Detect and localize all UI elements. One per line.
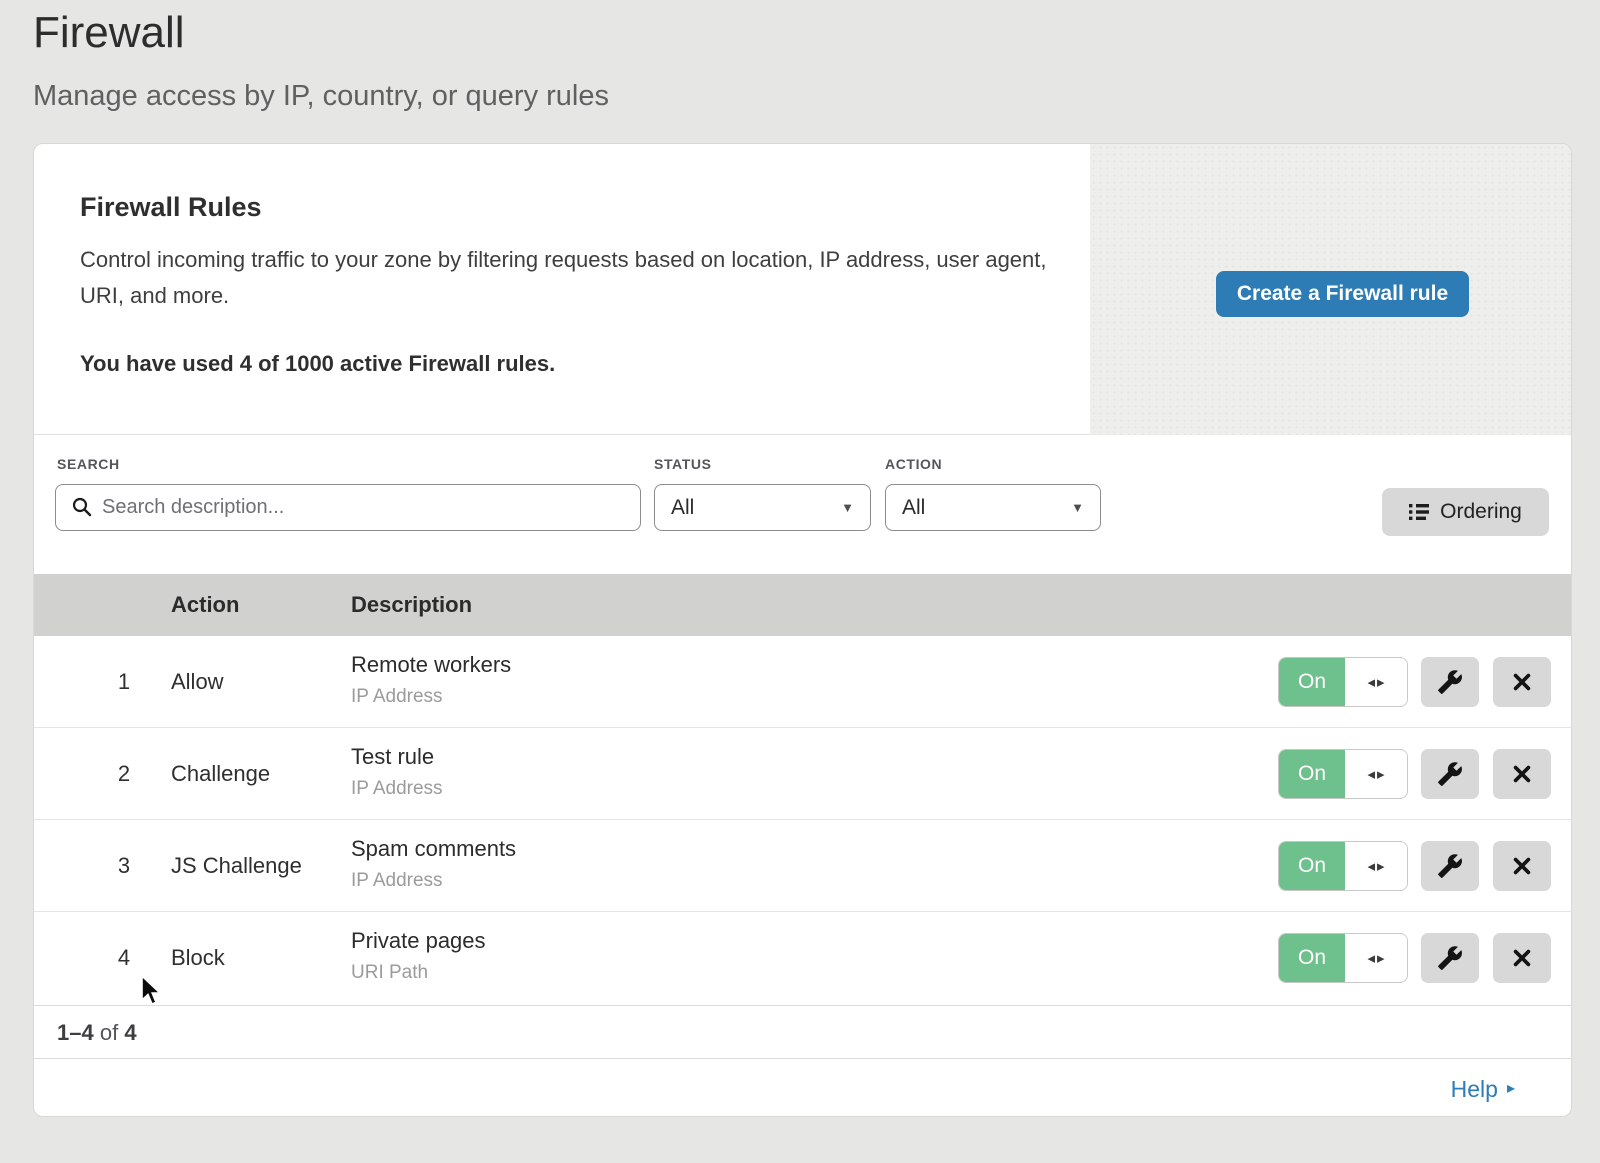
arrow-left-icon: ◂: [1367, 765, 1375, 783]
action-select-value: All: [902, 496, 925, 520]
search-input[interactable]: [55, 484, 641, 531]
status-select-value: All: [671, 496, 694, 520]
rule-match-type: IP Address: [351, 778, 443, 800]
rule-description: Test rule: [351, 744, 434, 770]
rule-priority: 3: [104, 820, 144, 912]
card-footer: Help ▸: [34, 1058, 1571, 1117]
delete-rule-button[interactable]: [1493, 841, 1551, 891]
table-row: 1 Allow Remote workers IP Address On ◂ ▸: [34, 636, 1571, 728]
page-subtitle: Manage access by IP, country, or query r…: [33, 80, 609, 113]
arrow-left-icon: ◂: [1367, 673, 1375, 691]
wrench-icon: [1437, 669, 1463, 695]
wrench-icon: [1437, 761, 1463, 787]
close-icon: [1511, 947, 1533, 969]
arrow-right-icon: ▸: [1377, 765, 1385, 783]
toggle-on-segment[interactable]: On: [1279, 658, 1345, 706]
toggle-on-segment[interactable]: On: [1279, 842, 1345, 890]
edit-rule-button[interactable]: [1421, 933, 1479, 983]
action-label: ACTION: [885, 456, 942, 472]
rule-action: Block: [171, 912, 225, 1004]
status-select[interactable]: All ▼: [654, 484, 871, 531]
toggle-on-segment[interactable]: On: [1279, 750, 1345, 798]
help-link[interactable]: Help ▸: [1451, 1059, 1515, 1117]
toggle-handle[interactable]: ◂ ▸: [1345, 934, 1407, 982]
ordering-button-label: Ordering: [1440, 500, 1522, 524]
search-label: SEARCH: [57, 456, 120, 472]
rule-description: Spam comments: [351, 836, 516, 862]
arrow-right-icon: ▸: [1377, 673, 1385, 691]
rule-description: Private pages: [351, 928, 486, 954]
arrow-right-icon: ▸: [1377, 857, 1385, 875]
rule-action: JS Challenge: [171, 820, 302, 912]
rules-usage-text: You have used 4 of 1000 active Firewall …: [80, 351, 555, 377]
rule-action: Challenge: [171, 728, 270, 820]
rule-priority: 4: [104, 912, 144, 1004]
rule-priority: 2: [104, 728, 144, 820]
ordered-list-icon: [1409, 503, 1429, 521]
ordering-button[interactable]: Ordering: [1382, 488, 1549, 536]
chevron-down-icon: ▼: [841, 500, 854, 515]
delete-rule-button[interactable]: [1493, 749, 1551, 799]
status-label: STATUS: [654, 456, 712, 472]
pagination-of: of: [100, 1020, 118, 1045]
search-box: [55, 484, 641, 531]
rule-priority: 1: [104, 636, 144, 728]
firewall-page: Firewall Manage access by IP, country, o…: [0, 0, 1600, 1163]
edit-rule-button[interactable]: [1421, 749, 1479, 799]
rule-toggle[interactable]: On ◂ ▸: [1278, 933, 1408, 983]
help-link-label: Help: [1451, 1059, 1498, 1117]
toggle-handle[interactable]: ◂ ▸: [1345, 842, 1407, 890]
edit-rule-button[interactable]: [1421, 841, 1479, 891]
toggle-on-segment[interactable]: On: [1279, 934, 1345, 982]
pagination-bar: 1–4 of 4: [34, 1005, 1571, 1058]
pagination-total: 4: [124, 1020, 136, 1045]
action-select[interactable]: All ▼: [885, 484, 1101, 531]
table-header: Action Description: [34, 574, 1571, 636]
table-row: 3 JS Challenge Spam comments IP Address …: [34, 820, 1571, 912]
wrench-icon: [1437, 853, 1463, 879]
close-icon: [1511, 763, 1533, 785]
arrow-right-icon: ▸: [1377, 949, 1385, 967]
rules-table-body: 1 Allow Remote workers IP Address On ◂ ▸: [34, 636, 1571, 1004]
arrow-left-icon: ◂: [1367, 949, 1375, 967]
rule-match-type: IP Address: [351, 686, 443, 708]
rule-match-type: IP Address: [351, 870, 443, 892]
column-header-action: Action: [171, 574, 239, 636]
rule-match-type: URI Path: [351, 962, 428, 984]
rule-action: Allow: [171, 636, 224, 728]
toggle-handle[interactable]: ◂ ▸: [1345, 658, 1407, 706]
chevron-down-icon: ▼: [1071, 500, 1084, 515]
delete-rule-button[interactable]: [1493, 933, 1551, 983]
edit-rule-button[interactable]: [1421, 657, 1479, 707]
overview-section: Firewall Rules Control incoming traffic …: [34, 144, 1571, 435]
close-icon: [1511, 671, 1533, 693]
create-firewall-rule-button[interactable]: Create a Firewall rule: [1216, 271, 1469, 317]
table-row: 4 Block Private pages URI Path On ◂ ▸: [34, 912, 1571, 1004]
arrow-left-icon: ◂: [1367, 857, 1375, 875]
overview-description: Control incoming traffic to your zone by…: [80, 242, 1070, 314]
rule-description: Remote workers: [351, 652, 511, 678]
table-row: 2 Challenge Test rule IP Address On ◂ ▸: [34, 728, 1571, 820]
column-header-description: Description: [351, 574, 472, 636]
pagination-range: 1–4: [57, 1020, 94, 1045]
close-icon: [1511, 855, 1533, 877]
caret-right-icon: ▸: [1507, 1059, 1515, 1117]
rule-toggle[interactable]: On ◂ ▸: [1278, 657, 1408, 707]
rule-toggle[interactable]: On ◂ ▸: [1278, 841, 1408, 891]
rule-toggle[interactable]: On ◂ ▸: [1278, 749, 1408, 799]
wrench-icon: [1437, 945, 1463, 971]
overview-heading: Firewall Rules: [80, 192, 262, 223]
firewall-rules-card: Firewall Rules Control incoming traffic …: [33, 143, 1572, 1117]
toggle-handle[interactable]: ◂ ▸: [1345, 750, 1407, 798]
page-title: Firewall: [33, 8, 185, 58]
delete-rule-button[interactable]: [1493, 657, 1551, 707]
